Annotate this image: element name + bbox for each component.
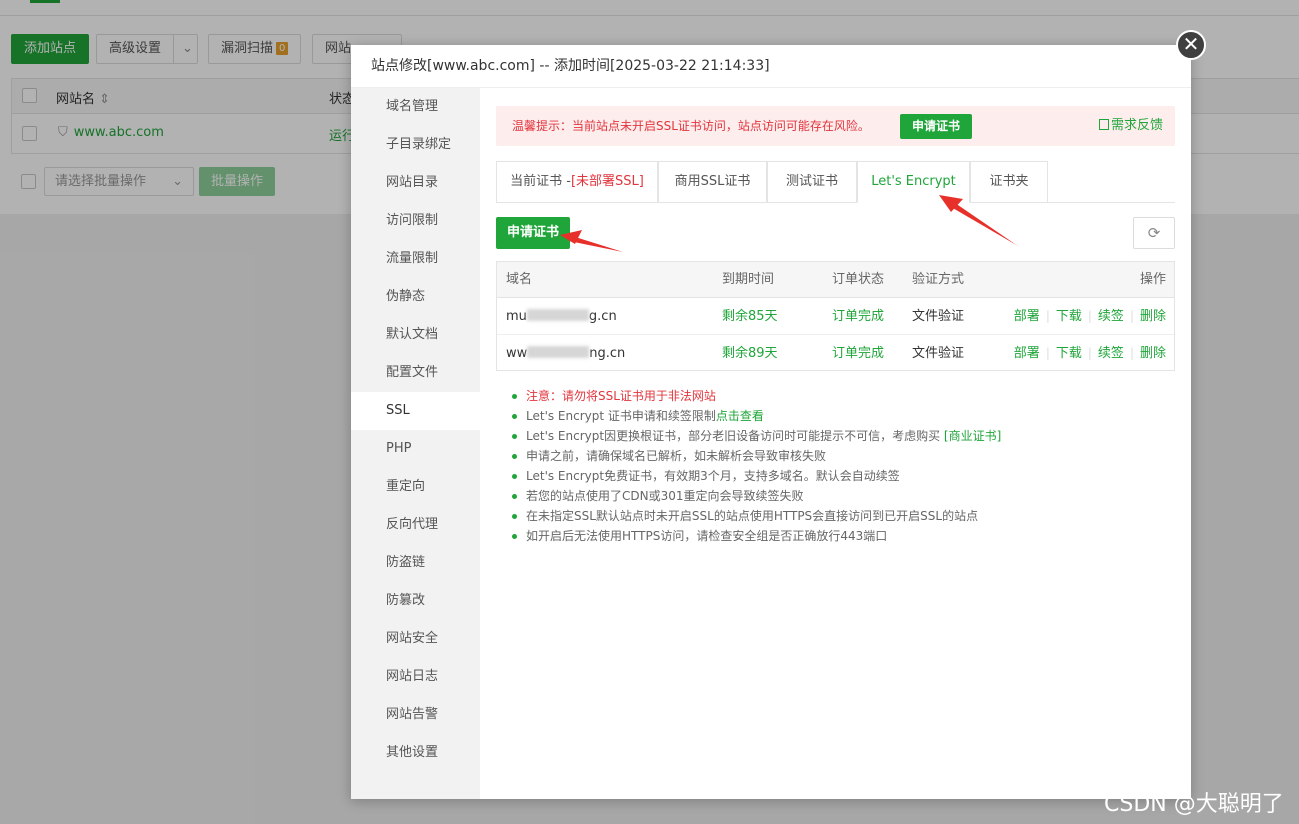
csdn-watermark: CSDN @大聪明了 [1104, 792, 1284, 817]
annotation-arrows [560, 195, 1018, 252]
arrow-to-lets-encrypt-tab [939, 195, 1018, 246]
arrow-to-apply-button [560, 230, 623, 252]
